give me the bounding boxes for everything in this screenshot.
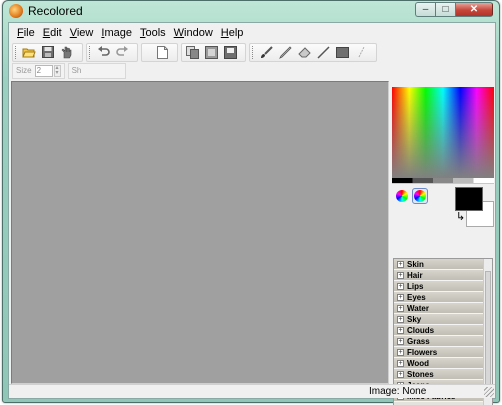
category-label: Skin — [407, 259, 424, 269]
menu-help[interactable]: Help — [221, 27, 244, 39]
close-button[interactable]: ✕ — [455, 2, 493, 17]
client-area: File Edit View Image Tools Window Help S… — [8, 22, 496, 405]
resize-grip-icon[interactable] — [484, 387, 494, 397]
app-icon — [9, 4, 23, 18]
category-label: Flowers — [407, 347, 438, 357]
eraser-icon[interactable] — [296, 44, 312, 60]
selection-icon[interactable] — [353, 44, 369, 60]
shape-label: Sh — [71, 66, 82, 75]
minimize-button[interactable]: – — [415, 2, 435, 17]
list-item-skin[interactable]: + Skin — [394, 259, 484, 270]
fill-rect-icon[interactable] — [334, 44, 350, 60]
toolbar-group-drawing — [249, 42, 377, 62]
toolbar-grip[interactable] — [252, 45, 255, 59]
pencil-icon[interactable] — [277, 44, 293, 60]
expand-icon[interactable]: + — [397, 370, 404, 378]
category-label: Clouds — [407, 325, 435, 335]
list-item-sky[interactable]: + Sky — [394, 314, 484, 325]
list-item-grass[interactable]: + Grass — [394, 336, 484, 347]
size-spinner[interactable]: ▴ ▾ — [53, 64, 61, 77]
expand-icon[interactable]: + — [397, 260, 404, 268]
size-input[interactable]: 2 — [34, 64, 53, 77]
menu-bar: File Edit View Image Tools Window Help — [9, 23, 495, 42]
grayscale-strip[interactable] — [392, 178, 494, 184]
hand-icon[interactable] — [59, 44, 75, 60]
toolbar-group-page — [141, 42, 178, 62]
category-label: Stones — [407, 369, 434, 379]
expand-icon[interactable]: + — [397, 348, 404, 356]
menu-edit[interactable]: Edit — [43, 27, 62, 39]
color-panel: ↳ + Skin + Hair + Lips + Eyes + Water + Sky + C… — [390, 83, 495, 405]
category-label: Wood — [407, 358, 430, 368]
category-list: + Skin + Hair + Lips + Eyes + Water + Sky + Clo… — [393, 258, 493, 405]
maximize-button[interactable]: □ — [435, 2, 455, 17]
expand-icon[interactable]: + — [397, 293, 404, 301]
status-bar: Image: None — [9, 384, 495, 398]
brush-size-control: Size 2 ▴ ▾ — [12, 62, 65, 79]
list-item-hair[interactable]: + Hair — [394, 270, 484, 281]
category-label: Eyes — [407, 292, 426, 302]
foreground-color-swatch[interactable] — [455, 187, 483, 211]
toolbar-grip[interactable] — [15, 45, 18, 59]
image-status: Image: None — [369, 386, 427, 397]
expand-icon[interactable]: + — [397, 326, 404, 334]
toolbar-group-file — [12, 42, 83, 62]
list-item-wood[interactable]: + Wood — [394, 358, 484, 369]
menu-window[interactable]: Window — [174, 27, 213, 39]
main-toolbar — [12, 42, 380, 62]
color-wheel-icon[interactable] — [394, 188, 410, 204]
undo-icon[interactable] — [95, 44, 111, 60]
expand-icon[interactable]: + — [397, 337, 404, 345]
tool-options-bar: Size 2 ▴ ▾ Sh — [12, 62, 129, 79]
expand-icon[interactable]: + — [397, 315, 404, 323]
toolbar-group-history — [86, 42, 138, 62]
list-item-flowers[interactable]: + Flowers — [394, 347, 484, 358]
menu-tools[interactable]: Tools — [140, 27, 166, 39]
category-label: Sky — [407, 314, 422, 324]
toolbar-group-layers — [181, 42, 246, 62]
image-canvas[interactable] — [11, 81, 389, 384]
list-item-eyes[interactable]: + Eyes — [394, 292, 484, 303]
category-label: Grass — [407, 336, 430, 346]
toolbar-grip[interactable] — [89, 45, 92, 59]
size-label: Size — [16, 66, 32, 75]
line-icon[interactable] — [315, 44, 331, 60]
color-spectrum[interactable] — [392, 87, 494, 178]
expand-icon[interactable]: + — [397, 282, 404, 290]
shape-control: Sh — [67, 62, 126, 79]
export-icon[interactable] — [222, 44, 238, 60]
expand-icon[interactable]: + — [397, 359, 404, 367]
list-item-lips[interactable]: + Lips — [394, 281, 484, 292]
list-item-stones[interactable]: + Stones — [394, 369, 484, 380]
copy-icon[interactable] — [184, 44, 200, 60]
swap-colors-icon[interactable]: ↳ — [456, 212, 465, 223]
window-title: Recolored — [28, 4, 83, 18]
category-label: Hair — [407, 270, 423, 280]
title-bar[interactable]: Recolored – □ ✕ — [3, 1, 499, 21]
open-icon[interactable] — [21, 44, 37, 60]
save-icon[interactable] — [40, 44, 56, 60]
list-item-water[interactable]: + Water — [394, 303, 484, 314]
caption-buttons: – □ ✕ — [415, 2, 493, 17]
color-picker-icon[interactable] — [412, 188, 428, 204]
menu-file[interactable]: File — [17, 27, 35, 39]
layers-icon[interactable] — [203, 44, 219, 60]
redo-icon[interactable] — [114, 44, 130, 60]
category-label: Water — [407, 303, 429, 313]
page-icon[interactable] — [154, 44, 170, 60]
menu-image[interactable]: Image — [101, 27, 132, 39]
expand-icon[interactable]: + — [397, 271, 404, 279]
menu-view[interactable]: View — [70, 27, 94, 39]
brush-icon[interactable] — [258, 44, 274, 60]
expand-icon[interactable]: + — [397, 304, 404, 312]
app-window: Recolored – □ ✕ File Edit View Image Too… — [2, 0, 500, 405]
category-label: Lips — [407, 281, 424, 291]
list-item-clouds[interactable]: + Clouds — [394, 325, 484, 336]
scrollbar-thumb[interactable] — [485, 271, 491, 391]
